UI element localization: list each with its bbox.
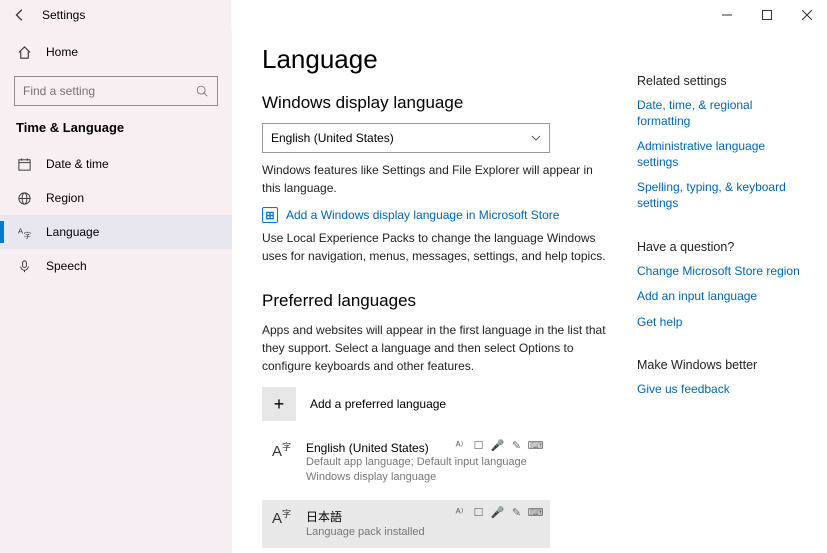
plus-icon[interactable]: + — [262, 387, 296, 421]
sidebar-item-label: Date & time — [46, 157, 109, 171]
display-icon: ☐ — [472, 506, 485, 519]
language-sub1: Default app language; Default input lang… — [306, 455, 527, 470]
search-icon — [195, 84, 209, 98]
preferred-languages-desc: Apps and websites will appear in the fir… — [262, 321, 607, 375]
language-item-english[interactable]: ᴬ⁾ ☐ 🎤 ✎ ⌨ A字 English (United States) De… — [262, 433, 550, 494]
link-spelling-typing[interactable]: Spelling, typing, & keyboard settings — [637, 180, 809, 211]
link-get-help[interactable]: Get help — [637, 315, 809, 331]
store-link[interactable]: Add a Windows display language in Micros… — [286, 208, 559, 222]
store-link-row[interactable]: ⊞ Add a Windows display language in Micr… — [262, 207, 607, 223]
page-title: Language — [262, 44, 607, 75]
sidebar-item-label: Region — [46, 191, 84, 205]
search-input[interactable] — [23, 84, 195, 98]
main-content: Language Windows display language Englis… — [232, 30, 637, 553]
keyboard-icon: ⌨ — [529, 506, 542, 519]
svg-text:字: 字 — [23, 230, 31, 240]
have-question-heading: Have a question? — [637, 240, 809, 254]
language-item-japanese[interactable]: ᴬ⁾ ☐ 🎤 ✎ ⌨ A字 日本語 Language pack installe… — [262, 500, 550, 548]
back-button[interactable] — [8, 3, 32, 27]
language-glyph-icon: A字 — [272, 441, 296, 459]
tts-icon: ᴬ⁾ — [453, 439, 466, 452]
lep-desc: Use Local Experience Packs to change the… — [262, 229, 607, 265]
link-date-time-formatting[interactable]: Date, time, & regional formatting — [637, 98, 809, 129]
chevron-down-icon — [531, 133, 541, 143]
sidebar-item-speech[interactable]: Speech — [0, 249, 232, 283]
link-add-input-language[interactable]: Add an input language — [637, 289, 809, 305]
handwriting-icon: ✎ — [510, 439, 523, 452]
sidebar-item-date-time[interactable]: Date & time — [0, 147, 232, 181]
handwriting-icon: ✎ — [510, 506, 523, 519]
search-input-container[interactable] — [14, 76, 218, 106]
language-sub2: Windows display language — [306, 470, 527, 485]
titlebar: Settings — [0, 0, 827, 30]
right-column: Related settings Date, time, & regional … — [637, 30, 827, 553]
link-admin-language[interactable]: Administrative language settings — [637, 139, 809, 170]
globe-icon — [16, 190, 32, 206]
language-sub1: Language pack installed — [306, 525, 425, 540]
language-glyph-icon: A字 — [272, 508, 296, 526]
preferred-languages-heading: Preferred languages — [262, 291, 607, 311]
home-icon — [16, 44, 32, 60]
related-settings-heading: Related settings — [637, 74, 809, 88]
display-language-dropdown[interactable]: English (United States) — [262, 123, 550, 153]
language-name: 日本語 — [306, 508, 425, 525]
add-language-row[interactable]: + Add a preferred language — [262, 387, 607, 421]
calendar-icon — [16, 156, 32, 172]
link-feedback[interactable]: Give us feedback — [637, 382, 809, 398]
language-icon: A字 — [16, 224, 32, 240]
window-title: Settings — [42, 8, 85, 22]
sidebar-item-label: Speech — [46, 259, 87, 273]
link-store-region[interactable]: Change Microsoft Store region — [637, 264, 809, 280]
keyboard-icon: ⌨ — [529, 439, 542, 452]
sidebar-item-label: Language — [46, 225, 99, 239]
svg-text:A: A — [17, 226, 22, 235]
home-nav[interactable]: Home — [0, 38, 232, 66]
microphone-icon — [16, 258, 32, 274]
speech-icon: 🎤 — [491, 439, 504, 452]
sidebar-item-language[interactable]: A字 Language — [0, 215, 232, 249]
sidebar-section-title: Time & Language — [0, 120, 232, 147]
window-controls — [707, 0, 827, 30]
speech-icon: 🎤 — [491, 506, 504, 519]
add-language-label: Add a preferred language — [310, 397, 446, 411]
display-language-desc: Windows features like Settings and File … — [262, 161, 607, 197]
close-button[interactable] — [787, 0, 827, 30]
language-feature-icons: ᴬ⁾ ☐ 🎤 ✎ ⌨ — [453, 506, 542, 519]
tts-icon: ᴬ⁾ — [453, 506, 466, 519]
maximize-button[interactable] — [747, 0, 787, 30]
make-better-heading: Make Windows better — [637, 358, 809, 372]
home-label: Home — [46, 45, 78, 59]
language-feature-icons: ᴬ⁾ ☐ 🎤 ✎ ⌨ — [453, 439, 542, 452]
sidebar: Home Time & Language Date & time Region … — [0, 30, 232, 553]
display-icon: ☐ — [472, 439, 485, 452]
dropdown-value: English (United States) — [271, 131, 394, 145]
store-icon: ⊞ — [262, 207, 278, 223]
sidebar-item-region[interactable]: Region — [0, 181, 232, 215]
minimize-button[interactable] — [707, 0, 747, 30]
display-language-heading: Windows display language — [262, 93, 607, 113]
